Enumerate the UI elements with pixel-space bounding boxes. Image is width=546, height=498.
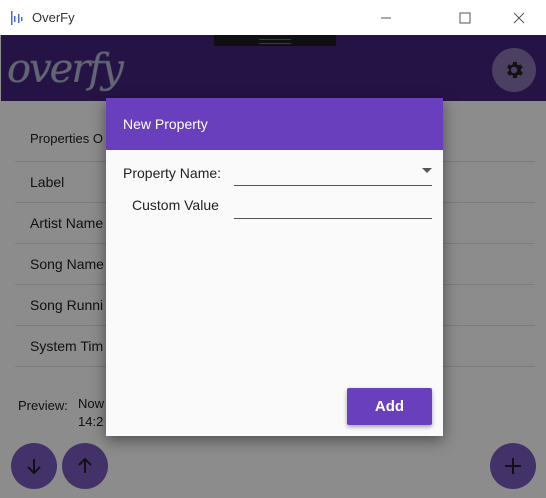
property-name-underline	[234, 185, 432, 186]
close-button[interactable]	[496, 0, 542, 35]
custom-value-label: Custom Value	[132, 197, 219, 213]
app-icon	[11, 11, 23, 25]
property-name-select[interactable]	[234, 160, 432, 186]
chevron-down-icon	[422, 168, 432, 173]
close-icon	[513, 12, 525, 23]
custom-value-input[interactable]	[234, 193, 432, 218]
custom-value-underline	[234, 218, 432, 219]
property-name-label: Property Name:	[123, 165, 222, 181]
add-button[interactable]: Add	[347, 388, 432, 425]
maximize-button[interactable]	[442, 0, 488, 35]
minimize-icon	[381, 17, 391, 18]
new-property-dialog: New Property Property Name: Custom Value…	[106, 98, 443, 436]
dialog-title: New Property	[123, 116, 208, 132]
window-title: OverFy	[32, 10, 75, 25]
window-titlebar[interactable]: OverFy	[0, 0, 546, 35]
maximize-icon	[459, 12, 471, 23]
minimize-button[interactable]	[363, 0, 409, 35]
dialog-header: New Property	[106, 98, 443, 150]
add-button-label: Add	[374, 398, 405, 415]
